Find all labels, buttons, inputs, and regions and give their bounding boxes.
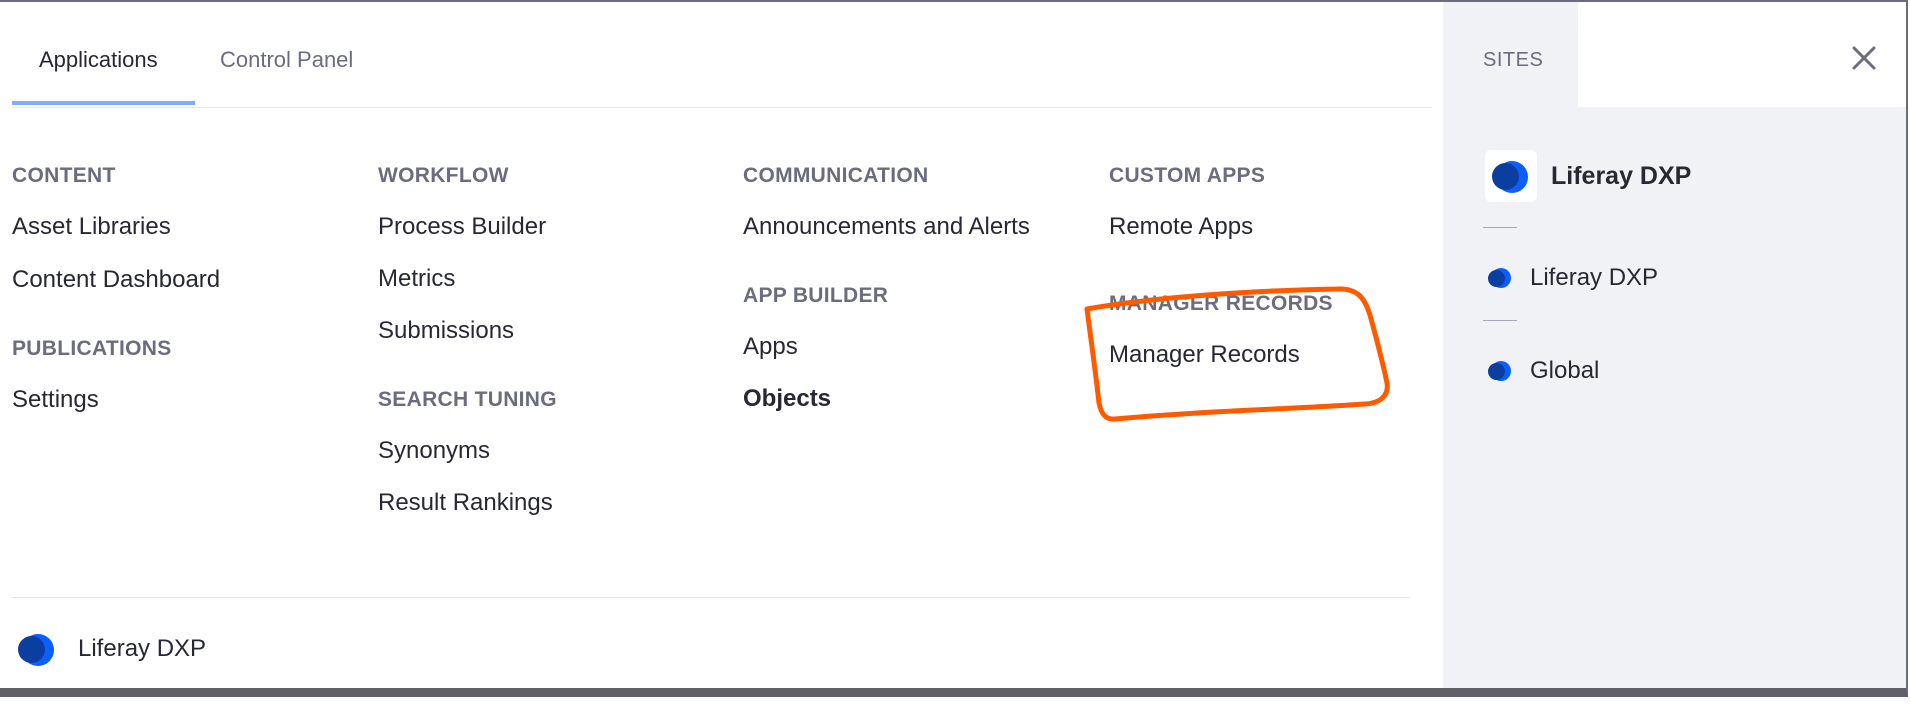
- close-icon[interactable]: [1848, 42, 1880, 74]
- liferay-logo-icon: [1488, 359, 1512, 383]
- group-title-custom-apps: CUSTOM APPS: [1109, 164, 1266, 187]
- menu-item-content-dashboard[interactable]: Content Dashboard: [12, 261, 372, 299]
- group-title-manager-records: MANAGER RECORDS: [1109, 292, 1333, 315]
- column-custom-apps: CUSTOM APPS Remote Apps MANAGER RECORDS …: [1109, 162, 1469, 398]
- liferay-logo-icon: [1492, 157, 1530, 195]
- liferay-logo-icon: [1488, 266, 1512, 290]
- current-site[interactable]: Liferay DXP: [1485, 150, 1691, 202]
- menu-item-objects[interactable]: Objects: [743, 380, 1103, 418]
- column-communication: COMMUNICATION Announcements and Alerts A…: [743, 162, 1103, 442]
- menu-item-settings[interactable]: Settings: [12, 381, 372, 419]
- app-panel: Applications Control Panel CONTENT Asset…: [0, 0, 1908, 697]
- group-title-communication: COMMUNICATION: [743, 164, 929, 187]
- menu-item-manager-records[interactable]: Manager Records: [1109, 336, 1469, 374]
- site-logo-tile: [1485, 150, 1537, 202]
- menu-item-apps[interactable]: Apps: [743, 328, 1103, 366]
- menu-item-process-builder[interactable]: Process Builder: [378, 208, 738, 246]
- tab-bar: Applications Control Panel: [12, 2, 1432, 108]
- current-site-label: Liferay DXP: [1551, 161, 1692, 190]
- sites-sidebar: SITES Liferay DXP Liferay DXP Global: [1443, 2, 1906, 688]
- column-content: CONTENT Asset Libraries Content Dashboar…: [12, 162, 372, 443]
- menu-item-synonyms[interactable]: Synonyms: [378, 432, 738, 470]
- menu-item-remote-apps[interactable]: Remote Apps: [1109, 208, 1469, 246]
- column-workflow: WORKFLOW Process Builder Metrics Submiss…: [378, 162, 738, 546]
- tab-sites-label: SITES: [1483, 49, 1544, 71]
- footer-brand: Liferay DXP: [18, 630, 206, 668]
- footer-divider: [12, 597, 1410, 598]
- liferay-logo-icon: [18, 630, 56, 668]
- site-item-label: Liferay DXP: [1530, 264, 1659, 291]
- group-title-content: CONTENT: [12, 164, 116, 187]
- active-tab-indicator: [12, 101, 195, 105]
- group-title-search-tuning: SEARCH TUNING: [378, 388, 557, 411]
- menu-item-metrics[interactable]: Metrics: [378, 260, 738, 298]
- menu-item-submissions[interactable]: Submissions: [378, 312, 738, 350]
- group-title-app-builder: APP BUILDER: [743, 284, 889, 307]
- tab-sites[interactable]: SITES: [1443, 2, 1578, 107]
- group-title-workflow: WORKFLOW: [378, 164, 509, 187]
- sidebar-divider: [1483, 227, 1517, 228]
- footer-brand-label: Liferay DXP: [78, 635, 207, 662]
- site-item-liferay-dxp[interactable]: Liferay DXP: [1488, 264, 1658, 292]
- tab-applications[interactable]: Applications: [12, 40, 185, 80]
- tab-control-panel[interactable]: Control Panel: [193, 40, 380, 80]
- menu-item-announcements-and-alerts[interactable]: Announcements and Alerts: [743, 208, 1033, 246]
- applications-panel: Applications Control Panel CONTENT Asset…: [0, 2, 1443, 688]
- site-item-label: Global: [1530, 357, 1600, 384]
- menu-item-asset-libraries[interactable]: Asset Libraries: [12, 208, 372, 246]
- menu-item-result-rankings[interactable]: Result Rankings: [378, 484, 738, 522]
- group-title-publications: PUBLICATIONS: [12, 337, 172, 360]
- sidebar-divider: [1483, 320, 1517, 321]
- sidebar-header: [1578, 2, 1906, 107]
- site-item-global[interactable]: Global: [1488, 357, 1599, 385]
